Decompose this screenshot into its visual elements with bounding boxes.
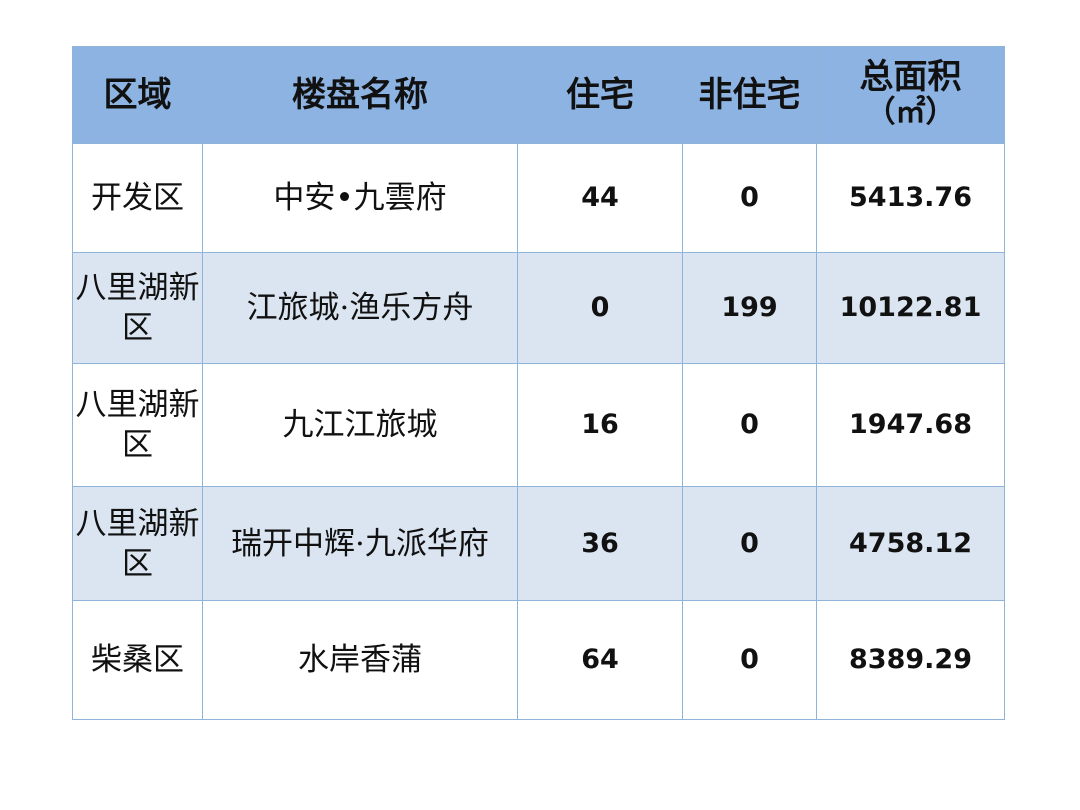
cell-non-residential: 0: [682, 486, 817, 601]
cell-project: 水岸香蒲: [202, 600, 518, 720]
table-row: 八里湖新区 九江江旅城 16 0 1947.68: [72, 363, 1005, 487]
data-table-container: 区域 楼盘名称 住宅 非住宅 总面积 （㎡） 开发区 中安•九雲府 44 0 5…: [72, 46, 1005, 720]
property-table: 区域 楼盘名称 住宅 非住宅 总面积 （㎡） 开发区 中安•九雲府 44 0 5…: [72, 46, 1005, 720]
header-total-area-label: 总面积: [859, 57, 962, 97]
cell-non-residential: 0: [682, 143, 817, 253]
cell-project: 中安•九雲府: [202, 143, 518, 253]
header-project: 楼盘名称: [202, 46, 518, 144]
cell-project: 瑞开中辉·九派华府: [202, 486, 518, 601]
header-non-residential: 非住宅: [682, 46, 817, 144]
table-header: 区域 楼盘名称 住宅 非住宅 总面积 （㎡）: [72, 46, 1005, 144]
header-residential: 住宅: [517, 46, 683, 144]
cell-non-residential: 0: [682, 363, 817, 487]
cell-residential: 64: [517, 600, 683, 720]
cell-total-area: 5413.76: [816, 143, 1005, 253]
cell-region: 八里湖新区: [72, 252, 203, 364]
cell-non-residential: 199: [682, 252, 817, 364]
cell-total-area: 10122.81: [816, 252, 1005, 364]
cell-region: 开发区: [72, 143, 203, 253]
table-row: 八里湖新区 江旅城·渔乐方舟 0 199 10122.81: [72, 252, 1005, 364]
cell-residential: 36: [517, 486, 683, 601]
cell-total-area: 4758.12: [816, 486, 1005, 601]
header-row: 区域 楼盘名称 住宅 非住宅 总面积 （㎡）: [72, 46, 1005, 144]
cell-total-area: 1947.68: [816, 363, 1005, 487]
cell-residential: 44: [517, 143, 683, 253]
cell-project: 九江江旅城: [202, 363, 518, 487]
cell-project: 江旅城·渔乐方舟: [202, 252, 518, 364]
cell-total-area: 8389.29: [816, 600, 1005, 720]
table-row: 八里湖新区 瑞开中辉·九派华府 36 0 4758.12: [72, 486, 1005, 601]
table-row: 柴桑区 水岸香蒲 64 0 8389.29: [72, 600, 1005, 720]
header-total-area: 总面积 （㎡）: [816, 46, 1005, 144]
table-body: 开发区 中安•九雲府 44 0 5413.76 八里湖新区 江旅城·渔乐方舟 0…: [72, 143, 1005, 720]
cell-region: 八里湖新区: [72, 486, 203, 601]
header-total-area-unit: （㎡）: [865, 95, 956, 130]
cell-residential: 16: [517, 363, 683, 487]
header-region: 区域: [72, 46, 203, 144]
cell-region: 柴桑区: [72, 600, 203, 720]
cell-residential: 0: [517, 252, 683, 364]
table-row: 开发区 中安•九雲府 44 0 5413.76: [72, 143, 1005, 253]
cell-non-residential: 0: [682, 600, 817, 720]
cell-region: 八里湖新区: [72, 363, 203, 487]
